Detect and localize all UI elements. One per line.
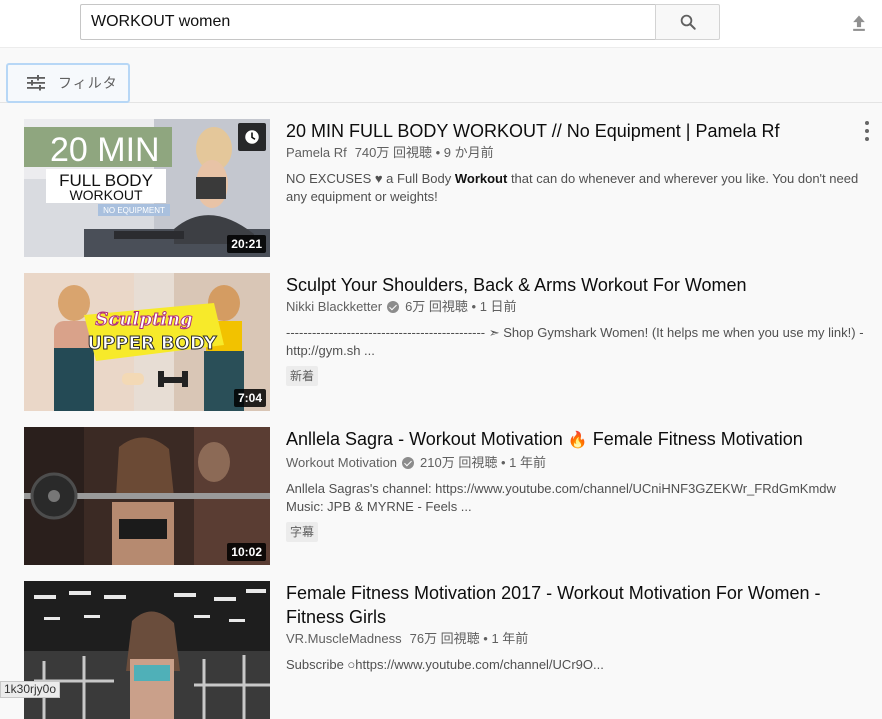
video-result[interactable]: Sculpting UPPER BODY 7:04 Sculpt Your Sh… <box>24 273 874 411</box>
search-button[interactable] <box>655 4 720 40</box>
more-options-button[interactable] <box>862 121 872 141</box>
video-duration: 7:04 <box>234 389 266 407</box>
search-input[interactable]: WORKOUT women <box>80 4 656 40</box>
channel-name[interactable]: Workout Motivation <box>286 454 397 472</box>
video-byline: Nikki Blackketter 6万 回視聴 • 1 日前 <box>286 298 866 316</box>
video-title[interactable]: Anllela Sagra - Workout Motivation 🔥 Fem… <box>286 427 866 453</box>
thumb-text-2: UPPER BODY <box>87 333 217 354</box>
filter-label: フィルタ <box>58 73 118 93</box>
video-byline: VR.MuscleMadness 76万 回視聴 • 1 年前 <box>286 630 866 648</box>
video-description: Anllela Sagras's channel: https://www.yo… <box>286 480 866 516</box>
new-badge: 新着 <box>286 366 318 386</box>
video-thumbnail[interactable]: 10:02 <box>24 427 270 565</box>
video-stats: 740万 回視聴 • 9 か月前 <box>355 144 494 162</box>
thumb-text-1: Sculpting <box>95 309 192 330</box>
video-meta: Female Fitness Motivation 2017 - Workout… <box>286 581 866 674</box>
video-byline: Pamela Rf 740万 回視聴 • 9 か月前 <box>286 144 866 162</box>
tune-icon <box>26 74 46 92</box>
video-title[interactable]: Sculpt Your Shoulders, Back & Arms Worko… <box>286 273 866 297</box>
video-meta: Anllela Sagra - Workout Motivation 🔥 Fem… <box>286 427 866 542</box>
video-stats: 6万 回視聴 • 1 日前 <box>405 298 516 316</box>
clock-icon <box>243 128 261 146</box>
video-thumbnail[interactable] <box>24 581 270 719</box>
link-status-tooltip: 1k30rjy0o <box>0 681 60 698</box>
video-result[interactable]: Female Fitness Motivation 2017 - Workout… <box>24 581 874 719</box>
video-meta: Sculpt Your Shoulders, Back & Arms Worko… <box>286 273 866 386</box>
thumbnail-image <box>24 581 270 719</box>
filter-button[interactable]: フィルタ <box>6 63 130 103</box>
video-title[interactable]: Female Fitness Motivation 2017 - Workout… <box>286 581 866 629</box>
upload-icon <box>849 13 869 33</box>
filter-bar: フィルタ <box>0 49 882 103</box>
thumb-text-2: WORKOUT <box>69 187 143 203</box>
video-result[interactable]: 10:02 Anllela Sagra - Workout Motivation… <box>24 427 874 565</box>
channel-name[interactable]: VR.MuscleMadness <box>286 630 402 648</box>
verified-check-icon <box>387 301 399 313</box>
video-result[interactable]: 20 MIN FULL BODY WORKOUT NO EQUIPMENT 20… <box>24 119 874 257</box>
video-duration: 10:02 <box>227 543 266 561</box>
thumb-text-3: NO EQUIPMENT <box>103 206 165 215</box>
more-vert-icon <box>865 121 869 125</box>
video-thumbnail[interactable]: Sculpting UPPER BODY 7:04 <box>24 273 270 411</box>
video-description: ----------------------------------------… <box>286 324 866 360</box>
thumb-text-big: 20 MIN <box>50 131 160 169</box>
channel-name[interactable]: Pamela Rf <box>286 144 347 162</box>
video-meta: 20 MIN FULL BODY WORKOUT // No Equipment… <box>286 119 866 206</box>
channel-name[interactable]: Nikki Blackketter <box>286 298 382 316</box>
verified-check-icon <box>402 457 414 469</box>
search-icon <box>679 13 697 31</box>
upload-button[interactable] <box>846 10 872 36</box>
video-stats: 210万 回視聴 • 1 年前 <box>420 454 546 472</box>
video-duration: 20:21 <box>227 235 266 253</box>
video-byline: Workout Motivation 210万 回視聴 • 1 年前 <box>286 454 866 472</box>
masthead: WORKOUT women <box>0 0 882 48</box>
fire-emoji: 🔥 <box>568 432 588 449</box>
video-stats: 76万 回視聴 • 1 年前 <box>410 630 529 648</box>
video-thumbnail[interactable]: 20 MIN FULL BODY WORKOUT NO EQUIPMENT 20… <box>24 119 270 257</box>
video-description: NO EXCUSES ♥ a Full Body Workout that ca… <box>286 170 866 206</box>
video-title[interactable]: 20 MIN FULL BODY WORKOUT // No Equipment… <box>286 119 866 143</box>
watch-later-button[interactable] <box>238 123 266 151</box>
cc-badge: 字幕 <box>286 522 318 542</box>
video-description: Subscribe ○https://www.youtube.com/chann… <box>286 656 866 674</box>
